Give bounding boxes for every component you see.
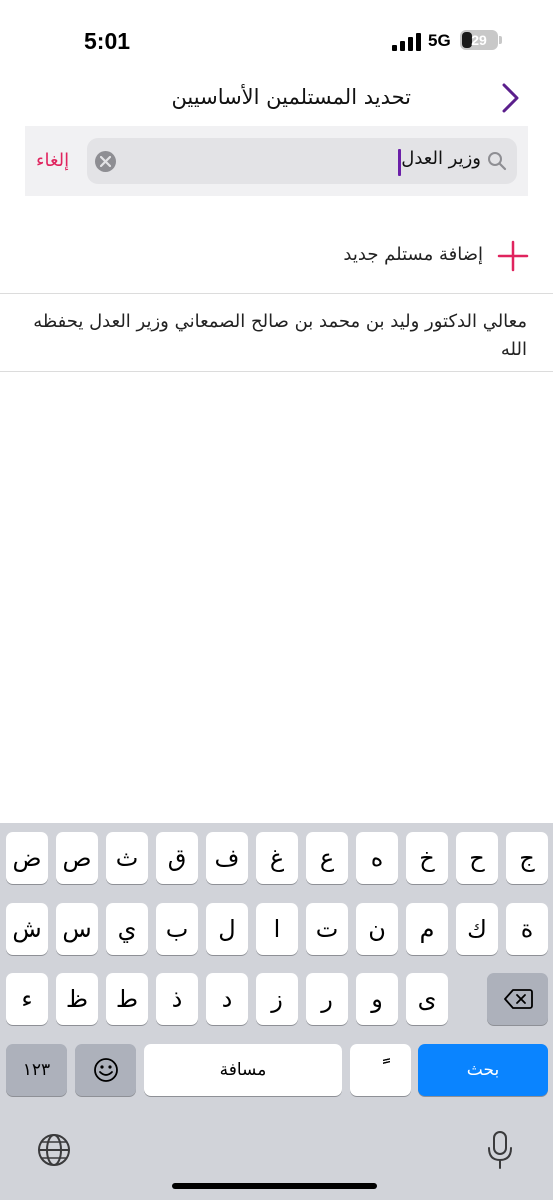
key[interactable]: د — [206, 973, 248, 1025]
key[interactable]: ن — [356, 903, 398, 955]
battery-percent: 29 — [471, 32, 487, 48]
search-input[interactable]: وزير العدل — [87, 138, 517, 184]
close-icon — [100, 156, 111, 167]
key[interactable]: ق — [156, 832, 198, 884]
emoji-icon — [93, 1058, 118, 1082]
cancel-button[interactable]: إلغاء — [36, 150, 69, 171]
page-title: تحديد المستلمين الأساسيين — [171, 85, 411, 109]
divider — [0, 371, 553, 372]
key[interactable]: ت — [306, 903, 348, 955]
key[interactable]: ث — [106, 832, 148, 884]
plus-icon — [497, 240, 529, 272]
key[interactable]: ه — [356, 832, 398, 884]
key[interactable]: ك — [456, 903, 498, 955]
chevron-right-icon — [502, 83, 519, 113]
add-recipient-row[interactable]: إضافة مستلم جديد — [0, 232, 553, 282]
key[interactable]: ج — [506, 832, 548, 884]
search-icon — [488, 152, 507, 171]
battery-cap — [499, 36, 502, 44]
key[interactable]: ض — [6, 832, 48, 884]
list-item[interactable]: معالي الدكتور وليد بن محمد بن صالح الصمع… — [30, 308, 527, 364]
key[interactable]: ف — [206, 832, 248, 884]
emoji-key[interactable] — [75, 1044, 136, 1096]
battery-icon: 29 — [460, 30, 498, 50]
key[interactable]: ء — [6, 973, 48, 1025]
key[interactable]: ذ — [156, 973, 198, 1025]
add-recipient-label: إضافة مستلم جديد — [343, 244, 483, 265]
status-time: 5:01 — [84, 28, 131, 54]
key[interactable]: ي — [106, 903, 148, 955]
key[interactable]: ح — [456, 832, 498, 884]
network-type: 5G — [428, 31, 451, 50]
key[interactable]: ص — [56, 832, 98, 884]
key[interactable]: ى — [406, 973, 448, 1025]
key[interactable]: م — [406, 903, 448, 955]
numbers-key[interactable]: ١٢٣ — [6, 1044, 67, 1096]
key[interactable]: و — [356, 973, 398, 1025]
key[interactable]: ش — [6, 903, 48, 955]
delete-key[interactable] — [487, 973, 548, 1025]
key[interactable]: س — [56, 903, 98, 955]
key[interactable]: ر — [306, 973, 348, 1025]
backspace-icon — [503, 989, 533, 1009]
globe-icon[interactable] — [36, 1132, 72, 1168]
key[interactable]: ا — [256, 903, 298, 955]
search-bar: وزير العدل — [25, 126, 528, 196]
divider — [0, 293, 553, 294]
status-bar: 5:01 5G 29 — [0, 0, 553, 80]
search-value: وزير العدل — [401, 148, 481, 169]
space-key[interactable]: مسافة — [144, 1044, 342, 1096]
key[interactable]: ع — [306, 832, 348, 884]
key[interactable]: ز — [256, 973, 298, 1025]
cellular-signal-icon — [392, 31, 422, 51]
tanween-key[interactable]: ًً — [350, 1044, 411, 1096]
key[interactable]: خ — [406, 832, 448, 884]
key[interactable]: ب — [156, 903, 198, 955]
home-indicator — [172, 1183, 377, 1189]
microphone-icon[interactable] — [486, 1130, 514, 1170]
key[interactable]: ظ — [56, 973, 98, 1025]
back-button[interactable] — [496, 82, 526, 114]
key[interactable]: ل — [206, 903, 248, 955]
key[interactable]: ط — [106, 973, 148, 1025]
key[interactable]: ة — [506, 903, 548, 955]
key[interactable]: غ — [256, 832, 298, 884]
clear-search-button[interactable] — [95, 151, 116, 172]
search-key[interactable]: بحث — [418, 1044, 548, 1096]
